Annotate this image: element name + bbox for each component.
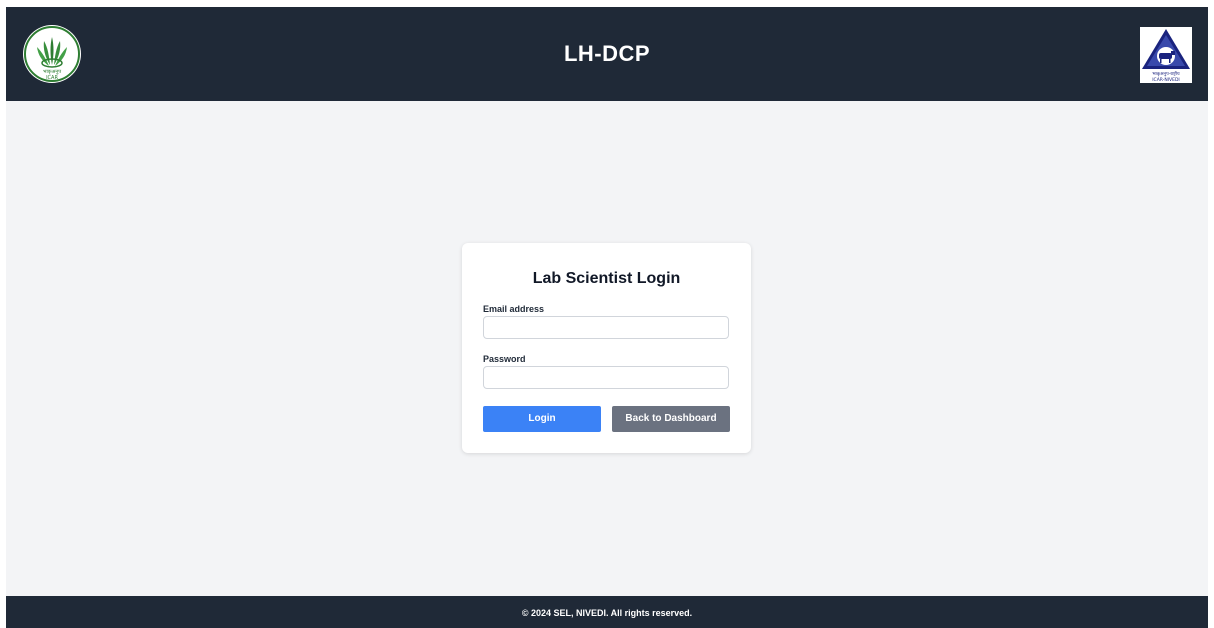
back-to-dashboard-button[interactable]: Back to Dashboard [612,406,730,432]
copyright-text: © 2024 SEL, NIVEDI. All rights reserved. [521,608,693,618]
site-header: भाकृअनुप ICAR LH-DCP भाकृअनुप-राष्ट्रीय … [6,7,1208,101]
nivedi-caption-hindi: भाकृअनुप-राष्ट्रीय [1152,70,1180,77]
nivedi-logo: भाकृअनुप-राष्ट्रीय ICAR-NIVEDI [1140,27,1192,83]
app-frame: भाकृअनुप ICAR LH-DCP भाकृअनुप-राष्ट्रीय … [6,7,1208,628]
email-field[interactable] [483,316,729,339]
login-card: Lab Scientist Login Email address Passwo… [462,243,751,453]
login-title: Lab Scientist Login [532,270,681,287]
email-label: Email address [483,304,545,314]
site-title: LH-DCP [563,41,651,66]
login-button[interactable]: Login [483,406,601,432]
password-label: Password [483,354,526,364]
password-field[interactable] [483,366,729,389]
site-footer: © 2024 SEL, NIVEDI. All rights reserved. [6,596,1208,628]
nivedi-caption: ICAR-NIVEDI [1152,77,1180,83]
nivedi-cow-triangle-icon: भाकृअनुप-राष्ट्रीय ICAR-NIVEDI [1142,29,1190,83]
icar-caption: ICAR [46,75,58,81]
